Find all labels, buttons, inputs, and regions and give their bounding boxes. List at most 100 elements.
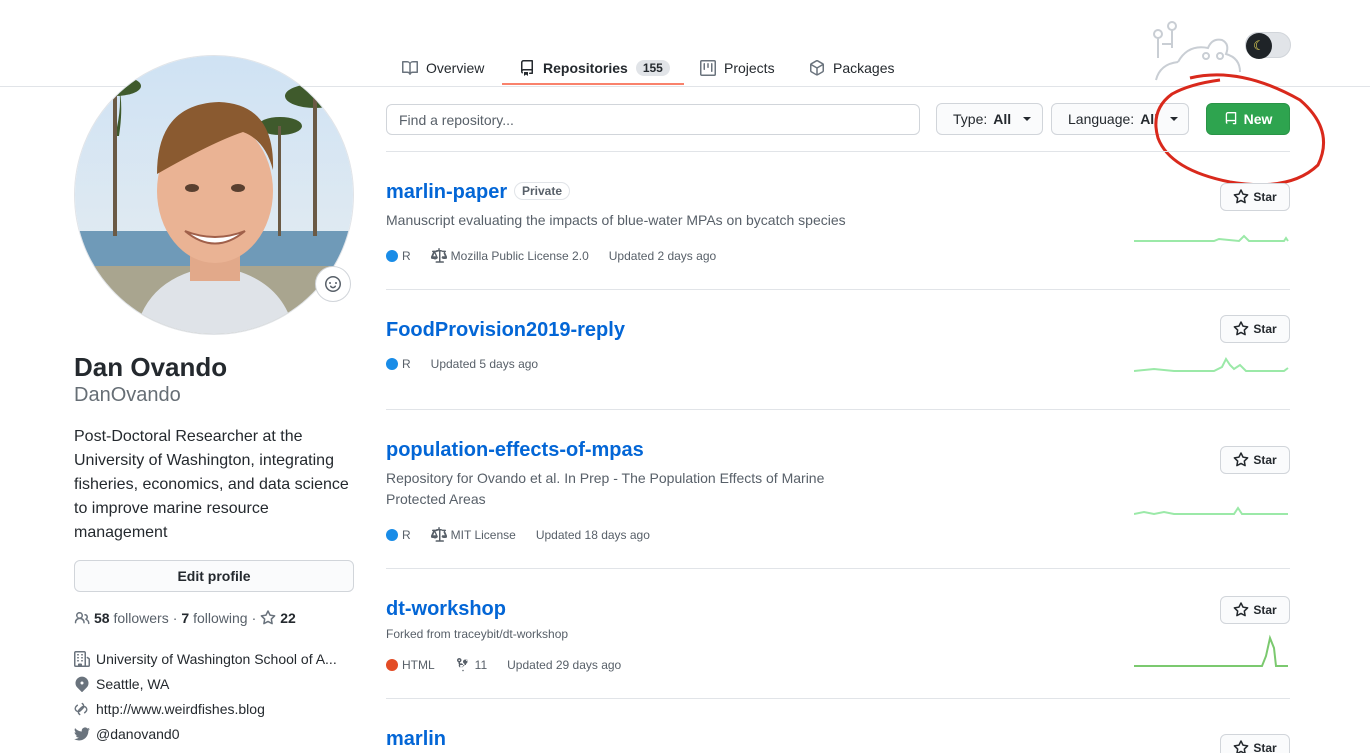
following-count: 7 [181, 610, 190, 626]
project-icon [700, 60, 716, 76]
language-color-dot [386, 358, 398, 370]
location-text: Seattle, WA [96, 676, 170, 692]
star-icon [260, 610, 276, 625]
language-filter-label: Language: [1068, 111, 1135, 127]
star-button[interactable]: Star [1220, 446, 1290, 474]
star-button[interactable]: Star [1220, 734, 1290, 753]
type-filter-dropdown[interactable]: Type: All [936, 103, 1043, 135]
list-divider [386, 698, 1290, 699]
language-color-dot [386, 250, 398, 262]
list-divider [386, 568, 1290, 569]
activity-sparkline [1134, 357, 1289, 372]
tab-overview[interactable]: Overview [402, 50, 484, 86]
separator-dot: · [251, 610, 257, 626]
star-icon [1233, 452, 1249, 467]
activity-sparkline [1134, 634, 1288, 667]
type-filter-label: Type: [953, 111, 988, 127]
book-icon [402, 60, 418, 75]
list-divider [386, 409, 1290, 410]
stars-link[interactable]: 22 [260, 610, 296, 626]
avatar[interactable] [74, 55, 354, 335]
forks-count: 11 [474, 658, 488, 672]
list-divider [386, 151, 1290, 152]
repo-meta: R MIT License Updated 18 days ago [386, 527, 670, 543]
star-button[interactable]: Star [1220, 183, 1290, 211]
repo-name-link[interactable]: FoodProvision2019-reply [386, 319, 625, 342]
list-divider [386, 289, 1290, 290]
repo-name-link[interactable]: marlin [386, 728, 446, 751]
star-label: Star [1253, 603, 1277, 617]
star-label: Star [1253, 190, 1277, 204]
organization-text: University of Washington School of A... [96, 651, 337, 667]
following-label: following [193, 610, 248, 626]
repo-language: R [386, 249, 411, 263]
vcard-website[interactable]: http://www.weirdfishes.blog [74, 701, 265, 717]
repo-description: Repository for Ovando et al. In Prep - T… [386, 470, 825, 507]
repo-updated: Updated 5 days ago [430, 357, 539, 371]
organization-icon [74, 651, 90, 667]
repo-language: R [386, 357, 411, 371]
star-icon [1233, 321, 1249, 336]
tab-repositories[interactable]: Repositories 155 [519, 50, 670, 86]
caret-down-icon [1023, 117, 1032, 121]
language-text: R [402, 357, 411, 371]
star-label: Star [1253, 322, 1277, 336]
find-repository-input[interactable] [386, 104, 920, 135]
twitter-icon [74, 727, 90, 741]
profile-username: DanOvando [74, 384, 181, 406]
following-link[interactable]: 7 following [181, 610, 247, 626]
repo-forks[interactable]: 11 [455, 657, 487, 673]
twitter-handle[interactable]: @danovand0 [96, 726, 180, 742]
repositories-count-badge: 155 [635, 60, 670, 76]
active-tab-underline [502, 83, 684, 85]
star-button[interactable]: Star [1220, 596, 1290, 624]
repo-meta: R Updated 5 days ago [386, 357, 558, 371]
repo-description: Manuscript evaluating the impacts of blu… [386, 212, 846, 228]
star-button[interactable]: Star [1220, 315, 1290, 343]
license-text: MIT License [450, 528, 516, 542]
followers-label: followers [113, 610, 169, 626]
language-color-dot [386, 659, 398, 671]
activity-sparkline [1134, 234, 1289, 243]
repo-updated: Updated 18 days ago [535, 528, 650, 542]
tab-overview-label: Overview [426, 60, 485, 76]
language-color-dot [386, 529, 398, 541]
repo-language: R [386, 528, 411, 542]
moon-icon: ☾ [1246, 33, 1272, 59]
repo-updated: Updated 2 days ago [608, 249, 717, 263]
star-label: Star [1253, 453, 1277, 467]
followers-link[interactable]: 58 followers [94, 610, 169, 626]
activity-sparkline [1134, 506, 1288, 516]
vcard-twitter[interactable]: @danovand0 [74, 726, 180, 742]
edit-profile-button[interactable]: Edit profile [74, 560, 354, 592]
repo-name-link[interactable]: dt-workshop [386, 598, 506, 621]
avatar-photo [75, 56, 353, 334]
repo-updated: Updated 29 days ago [507, 658, 622, 672]
profile-full-name: Dan Ovando [74, 352, 228, 382]
star-icon [1233, 602, 1249, 617]
annotation-circle [1154, 73, 1326, 187]
repo-license: Mozilla Public License 2.0 [430, 248, 589, 264]
star-icon [1233, 740, 1249, 753]
language-text: R [402, 528, 411, 542]
followers-count: 58 [94, 610, 110, 626]
tab-projects[interactable]: Projects [700, 50, 775, 86]
smiley-icon [325, 276, 341, 292]
website-link[interactable]: http://www.weirdfishes.blog [96, 701, 265, 717]
set-status-button[interactable] [315, 266, 351, 302]
star-label: Star [1253, 741, 1277, 753]
theme-toggle[interactable]: ☾ [1245, 32, 1291, 59]
repo-name-link[interactable]: marlin-paper [386, 181, 507, 204]
link-icon [74, 702, 88, 716]
forked-from-text[interactable]: Forked from traceybit/dt-workshop [386, 627, 568, 641]
tab-packages[interactable]: Packages [809, 50, 894, 86]
repo-license: MIT License [430, 527, 516, 543]
repo-language: HTML [386, 658, 435, 672]
tab-repositories-label: Repositories [543, 60, 628, 76]
private-badge: Private [514, 182, 571, 200]
repo-name-link[interactable]: population-effects-of-mpas [386, 439, 644, 462]
vcard-organization: University of Washington School of A... [74, 651, 337, 667]
type-filter-value: All [993, 111, 1012, 127]
stars-count: 22 [280, 610, 296, 626]
tab-projects-label: Projects [724, 60, 775, 76]
